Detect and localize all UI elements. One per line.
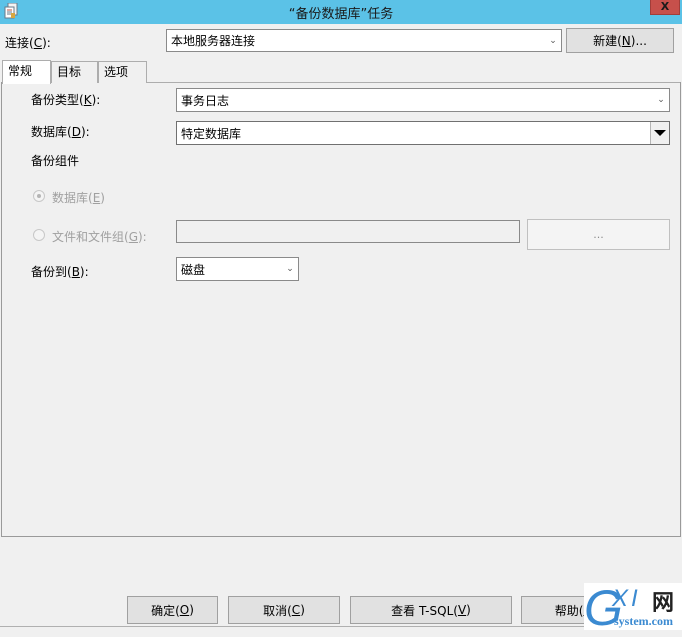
triangle-down-icon: [654, 130, 666, 136]
watermark-xi: XI: [612, 585, 641, 612]
browse-files-button[interactable]: ...: [527, 219, 670, 250]
database-select[interactable]: 特定数据库: [176, 121, 670, 145]
bottom-border: [0, 626, 682, 627]
connection-select[interactable]: 本地服务器连接 ⌄: [166, 29, 562, 52]
backup-type-label: 备份类型(K):: [31, 93, 101, 107]
title-bar: “备份数据库”任务 X: [0, 0, 682, 24]
cancel-button[interactable]: 取消(C): [228, 596, 340, 624]
chevron-down-icon: ⌄: [286, 264, 294, 274]
backup-to-label: 备份到(B):: [31, 265, 89, 279]
database-value: 特定数据库: [181, 126, 242, 141]
tab-general[interactable]: 常规: [2, 60, 51, 84]
gxi-watermark-logo: G XI 网 system.com: [584, 580, 682, 636]
chevron-down-icon: ⌄: [549, 35, 557, 46]
view-tsql-button[interactable]: 查看 T-SQL(V): [350, 596, 512, 624]
dropdown-arrow-button[interactable]: [650, 122, 669, 144]
tab-panel-general: [1, 82, 681, 537]
files-filegroups-input[interactable]: [176, 220, 520, 243]
ok-button[interactable]: 确定(O): [127, 596, 218, 624]
close-icon: X: [660, 0, 670, 13]
backup-component-label: 备份组件: [31, 154, 80, 168]
connection-label: 连接(C):: [5, 36, 51, 50]
files-filegroups-label: 文件和文件组(G):: [52, 230, 147, 244]
watermark-wang: 网: [652, 591, 675, 616]
tab-options[interactable]: 选项: [98, 61, 147, 83]
chevron-down-icon: ⌄: [657, 95, 665, 105]
database-component-radio[interactable]: [33, 190, 45, 202]
backup-type-value: 事务日志: [181, 93, 230, 108]
backup-database-task-dialog: “备份数据库”任务 X 连接(C): 本地服务器连接 ⌄ 新建(N)... 常规…: [0, 0, 682, 636]
tab-destination[interactable]: 目标: [51, 61, 98, 83]
database-label: 数据库(D):: [31, 125, 90, 139]
backup-type-select[interactable]: 事务日志 ⌄: [176, 88, 670, 112]
connection-value: 本地服务器连接: [171, 34, 256, 48]
new-connection-button[interactable]: 新建(N)...: [566, 28, 674, 53]
watermark-domain: system.com: [614, 614, 673, 628]
window-title: “备份数据库”任务: [288, 7, 394, 22]
backup-to-value: 磁盘: [181, 262, 206, 277]
database-component-label: 数据库(E): [52, 191, 105, 205]
close-button[interactable]: X: [650, 0, 680, 15]
files-filegroups-radio[interactable]: [33, 229, 45, 241]
backup-to-select[interactable]: 磁盘 ⌄: [176, 257, 299, 281]
